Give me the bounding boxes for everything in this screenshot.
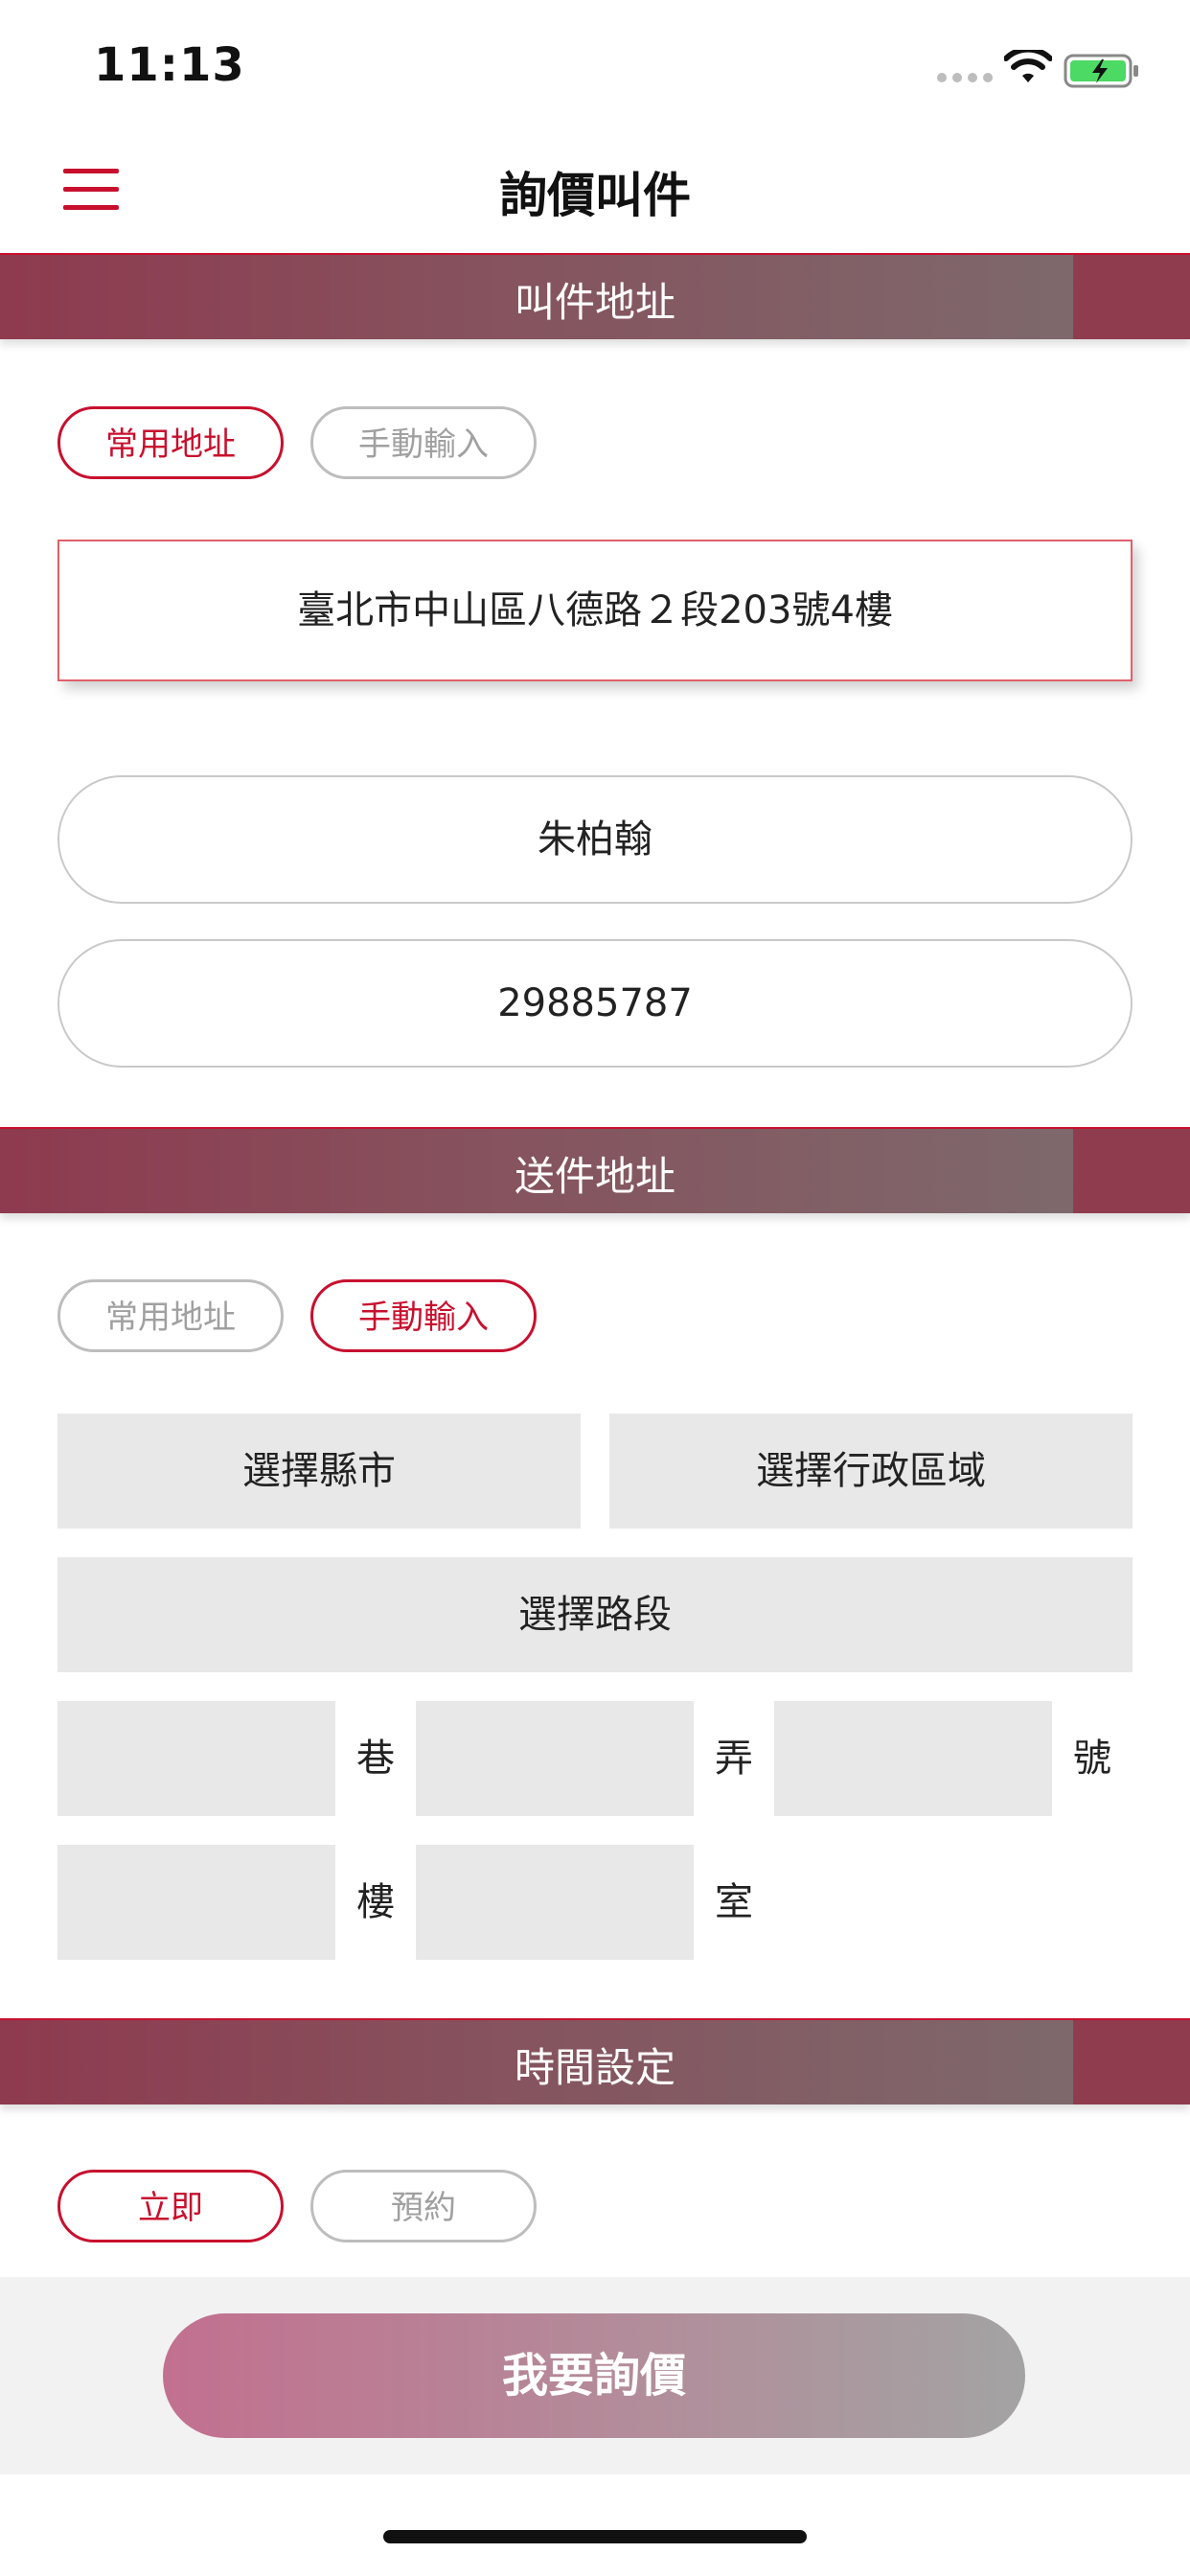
time-tab-reservation[interactable]: 預約 — [310, 2170, 537, 2242]
delivery-tab-frequent-address[interactable]: 常用地址 — [57, 1279, 284, 1352]
pickup-selected-address[interactable]: 臺北市中山區八德路２段203號4樓 — [57, 540, 1133, 681]
alley-input[interactable] — [416, 1701, 694, 1816]
signal-dots-icon — [937, 73, 993, 82]
status-time: 11:13 — [94, 38, 245, 92]
contact-phone-field[interactable]: 29885787 — [57, 939, 1133, 1068]
bottom-action-area: 我要詢價 — [0, 2277, 1190, 2474]
room-suffix: 室 — [715, 1880, 753, 1924]
time-section-header: 時間設定 — [0, 2018, 1190, 2104]
delivery-section-title: 送件地址 — [514, 1153, 675, 1200]
delivery-section-header: 送件地址 — [0, 1127, 1190, 1213]
delivery-tab-manual-input[interactable]: 手動輸入 — [310, 1279, 537, 1352]
city-select[interactable]: 選擇縣市 — [57, 1414, 581, 1529]
number-suffix: 號 — [1073, 1736, 1111, 1781]
lane-suffix: 巷 — [356, 1736, 395, 1781]
wifi-icon — [1004, 50, 1052, 82]
time-section-title: 時間設定 — [514, 2044, 675, 2091]
request-quote-button[interactable]: 我要詢價 — [163, 2313, 1025, 2438]
lane-input[interactable] — [57, 1701, 335, 1816]
district-select[interactable]: 選擇行政區域 — [609, 1414, 1133, 1529]
floor-suffix: 樓 — [356, 1880, 395, 1924]
road-select[interactable]: 選擇路段 — [57, 1557, 1133, 1672]
battery-charging-icon — [1064, 54, 1138, 88]
nav-bar: 詢價叫件 — [0, 134, 1190, 255]
floor-input[interactable] — [57, 1845, 335, 1960]
number-input[interactable] — [774, 1701, 1052, 1816]
home-indicator[interactable] — [383, 2530, 807, 2543]
pickup-section-header: 叫件地址 — [0, 253, 1190, 339]
contact-name-field[interactable]: 朱柏翰 — [57, 775, 1133, 904]
alley-suffix: 弄 — [715, 1736, 753, 1781]
pickup-section-title: 叫件地址 — [514, 279, 675, 326]
time-tab-immediate[interactable]: 立即 — [57, 2170, 284, 2242]
pickup-tab-frequent-address[interactable]: 常用地址 — [57, 406, 284, 479]
pickup-tab-manual-input[interactable]: 手動輸入 — [310, 406, 537, 479]
room-input[interactable] — [416, 1845, 694, 1960]
page-title: 詢價叫件 — [499, 168, 691, 223]
status-bar: 11:13 — [0, 0, 1190, 134]
